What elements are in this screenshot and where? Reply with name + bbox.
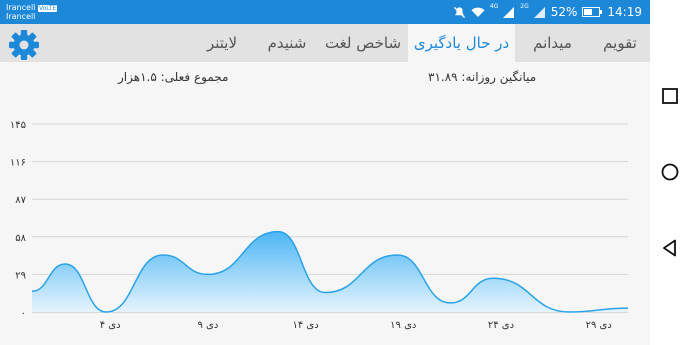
tab-bar: تقویم میدانم در حال یادگیری شاخص لغت شنی… — [0, 24, 650, 62]
carrier-line-2: Irancell — [6, 12, 36, 21]
y-tick-label: ۱۱۶ — [10, 158, 26, 169]
network-4g-label: 4G — [489, 3, 499, 10]
tab-known[interactable]: میدانم — [515, 24, 590, 62]
y-tick-label: ۰ — [21, 308, 26, 319]
series-area-fill — [32, 231, 628, 312]
x-tick-label: ۴ دی — [100, 320, 121, 331]
wifi-icon — [471, 7, 485, 17]
y-tick-label: ۵۸ — [15, 233, 26, 244]
x-tick-label: ۹ دی — [197, 320, 218, 331]
y-tick-label: ۸۷ — [15, 195, 26, 206]
battery-icon — [582, 7, 603, 17]
battery-percent: 52% — [550, 5, 578, 19]
signal-icon — [503, 6, 515, 18]
tab-calendar[interactable]: تقویم — [590, 24, 650, 62]
learning-area-chart: ۰ ۲۹ ۵۸ ۸۷ ۱۱۶ ۱۴۵ ۴ دی ۹ دی ۱۴ دی ۱۹ دی ۲۴ دی ۲۹ … — [10, 120, 629, 331]
tab-heard[interactable]: شنیدم — [256, 24, 318, 62]
network-2g-label: 2G — [520, 3, 529, 10]
tab-learning[interactable]: در حال یادگیری — [408, 24, 515, 62]
tab-word-index[interactable]: شاخص لغت — [318, 24, 408, 62]
total-actual-label: مجموع فعلی: ۱.۵هزار — [118, 70, 229, 84]
volte-badge: VoLTE — [37, 5, 58, 12]
y-tick-label: ۲۹ — [15, 270, 26, 281]
back-icon[interactable] — [660, 238, 680, 258]
home-icon[interactable] — [660, 162, 680, 182]
gear-icon[interactable] — [8, 29, 40, 61]
daily-average-label: میانگین روزانه: ۳۱.۸۹ — [428, 70, 537, 84]
x-tick-label: ۲۴ دی — [488, 320, 514, 331]
signal-icon-2 — [533, 6, 545, 18]
navigation-bar — [650, 0, 690, 345]
tab-leitner[interactable]: لایتنر — [188, 24, 256, 62]
status-bar: Irancell VoLTE Irancell 4G 2G 52% 14:19 — [0, 0, 650, 24]
y-tick-label: ۱۴۵ — [10, 120, 26, 131]
clock: 14:19 — [607, 5, 642, 19]
x-tick-label: ۱۴ دی — [292, 320, 318, 331]
mute-icon — [453, 6, 465, 18]
app-window: Irancell VoLTE Irancell 4G 2G 52% 14:19 … — [0, 0, 650, 345]
x-tick-label: ۲۹ دی — [586, 320, 612, 331]
x-tick-label: ۱۹ دی — [390, 320, 416, 331]
status-icons: 4G 2G 52% 14:19 — [453, 4, 642, 20]
recent-apps-icon[interactable] — [660, 86, 680, 106]
